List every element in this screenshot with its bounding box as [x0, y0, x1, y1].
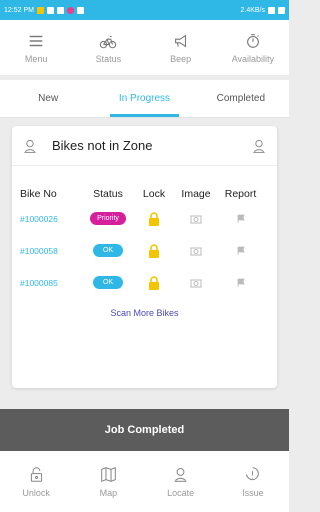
notification-icon [66, 6, 74, 14]
beep-button[interactable]: Beep [145, 20, 217, 75]
beep-label: Beep [170, 53, 192, 64]
nav-label: Unlock [22, 487, 50, 498]
notification-icon [46, 6, 54, 14]
status-bar: 12:52 PM 2.4KB/s [0, 0, 289, 20]
job-completed-button[interactable]: Job Completed [0, 409, 289, 451]
padlock-open-icon [30, 466, 42, 482]
map-icon [101, 466, 116, 482]
nav-issue[interactable]: Issue [217, 451, 289, 512]
job-card: Bikes not in Zone Bike No Status Lock Im… [12, 126, 277, 388]
status-badge[interactable]: Priority [90, 212, 126, 225]
table-row: #1000026 Priority [12, 205, 277, 232]
table-row: #1000058 OK [12, 237, 277, 264]
timer-icon [246, 33, 259, 48]
bike-number-link[interactable]: #1000058 [20, 246, 82, 256]
person-pin-icon[interactable] [251, 138, 267, 154]
nav-locate[interactable]: Locate [145, 451, 217, 512]
column-header: Lock [142, 188, 166, 200]
status-badge[interactable]: OK [92, 276, 124, 289]
tab-completed[interactable]: Completed [193, 80, 289, 117]
column-header: Image [181, 188, 211, 200]
nav-label: Issue [242, 487, 264, 498]
nav-map[interactable]: Map [72, 451, 144, 512]
card-header: Bikes not in Zone [12, 126, 277, 166]
status-badge[interactable]: OK [92, 244, 124, 257]
availability-label: Availability [231, 53, 275, 64]
column-header: Bike No [20, 188, 57, 200]
nav-label: Locate [167, 487, 195, 498]
flag-icon[interactable] [236, 214, 246, 224]
column-header: Report [224, 188, 257, 200]
status-button[interactable]: Status [72, 20, 144, 75]
signal-icon [278, 6, 285, 14]
bike-number-link[interactable]: #1000085 [20, 278, 82, 288]
lock-icon[interactable] [148, 243, 160, 258]
column-header: Status [93, 188, 123, 200]
camera-icon[interactable] [190, 278, 202, 288]
tab-in-progress[interactable]: In Progress [96, 80, 192, 117]
table-row: #1000085 OK [12, 269, 277, 296]
nav-label: Map [99, 487, 118, 498]
flag-icon[interactable] [236, 278, 246, 288]
availability-button[interactable]: Availability [217, 20, 289, 75]
bike-number-link[interactable]: #1000026 [20, 214, 82, 224]
card-title: Bikes not in Zone [52, 138, 153, 153]
camera-icon[interactable] [190, 214, 202, 224]
bottom-nav: Unlock Map Locate Issue [0, 451, 289, 512]
horn-icon [174, 34, 186, 47]
scan-more-bikes-link[interactable]: Scan More Bikes [12, 308, 277, 318]
notification-icon [56, 6, 64, 14]
job-tabs: New In Progress Completed [0, 80, 289, 118]
table-header: Bike No Status Lock Image Report [12, 188, 277, 200]
network-speed: 2.4KB/s [240, 6, 265, 14]
issue-icon [246, 466, 260, 480]
bike-icon [100, 35, 117, 48]
person-pin-icon [174, 467, 187, 482]
camera-icon[interactable] [190, 246, 202, 256]
notification-icon [36, 6, 44, 14]
status-time: 12:52 PM [4, 6, 34, 14]
person-pin-icon [24, 139, 36, 153]
top-toolbar: Menu Status Beep Availability [0, 20, 289, 75]
nav-unlock[interactable]: Unlock [0, 451, 72, 512]
wifi-icon [268, 6, 275, 14]
menu-label: Menu [24, 53, 48, 64]
lock-icon[interactable] [148, 211, 160, 226]
notification-icon [76, 6, 84, 14]
menu-button[interactable]: Menu [0, 20, 72, 75]
status-label: Status [95, 53, 122, 64]
flag-icon[interactable] [236, 246, 246, 256]
hamburger-icon [29, 35, 43, 46]
tab-new[interactable]: New [0, 80, 96, 117]
lock-icon[interactable] [148, 275, 160, 290]
